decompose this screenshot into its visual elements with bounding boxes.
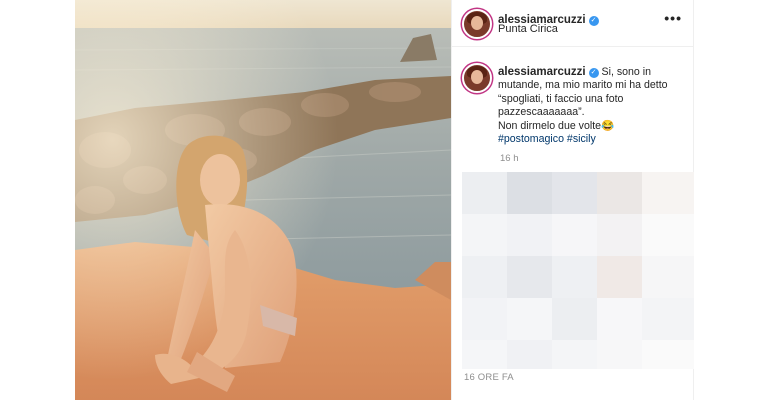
post-header: alessiamarcuzzi ✓ Punta Cirica ••• (452, 0, 694, 47)
avatar[interactable] (462, 9, 492, 39)
caption-username[interactable]: alessiamarcuzzi (498, 66, 586, 78)
caption-avatar[interactable] (462, 63, 492, 93)
location-link[interactable]: Punta Cirica (498, 23, 558, 35)
instagram-post: alessiamarcuzzi ✓ Punta Cirica ••• alessi… (75, 0, 694, 400)
caption-verified-badge-icon: ✓ (588, 68, 599, 78)
pixelated-comments-area (462, 172, 694, 369)
caption-time: 16 h (500, 153, 519, 164)
hashtag-postomagico[interactable]: #postomagico (498, 133, 564, 145)
beach-photo-image (75, 0, 451, 400)
caption-line-2: mutande, ma mio marito mi ha detto (498, 79, 668, 92)
hashtag-sicily[interactable]: #sicily (567, 133, 596, 145)
verified-badge-icon: ✓ (588, 16, 599, 26)
post-caption: alessiamarcuzzi ✓ Si, sono in mutande, ma… (498, 66, 688, 146)
post-sidebar: alessiamarcuzzi ✓ Punta Cirica ••• alessi… (451, 0, 694, 400)
caption-line-3: “spogliati, ti faccio una foto (498, 92, 624, 105)
post-timestamp[interactable]: 16 ORE FA (464, 372, 514, 383)
caption-line-1: Si, sono in (601, 66, 652, 78)
caption-line-5: Non dirmelo due volte😂 (498, 119, 615, 132)
post-photo[interactable] (75, 0, 451, 400)
more-options-icon[interactable]: ••• (664, 10, 682, 26)
caption-line-4: pazzescaaaaaaa”. (498, 106, 585, 119)
